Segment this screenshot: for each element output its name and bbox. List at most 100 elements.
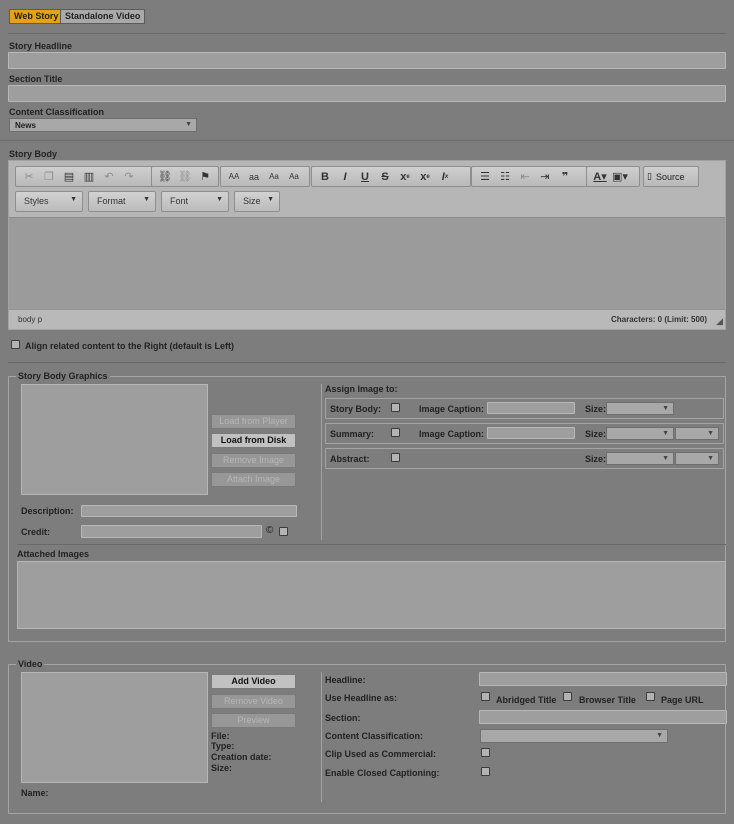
divider bbox=[0, 140, 734, 141]
element-path: body p bbox=[18, 315, 43, 324]
remove-video-button[interactable]: Remove Video bbox=[211, 694, 296, 709]
load-from-player-button[interactable]: Load from Player bbox=[211, 414, 296, 429]
bullet-list-icon[interactable]: ☷ bbox=[495, 168, 515, 186]
paste-text-icon[interactable]: ▥ bbox=[79, 168, 99, 186]
font-dropdown[interactable]: Font ▼ bbox=[161, 191, 229, 212]
description-input[interactable] bbox=[81, 505, 297, 517]
video-classification-select[interactable]: ▼ bbox=[480, 729, 668, 743]
indent-icon[interactable]: ⇥ bbox=[535, 168, 555, 186]
abstract-size-label: Size: bbox=[585, 454, 607, 464]
video-preview bbox=[21, 672, 208, 783]
togglecase-icon[interactable]: Aa bbox=[284, 168, 304, 186]
background-color-icon[interactable]: ▣▾ bbox=[610, 168, 630, 186]
assign-image-title: Assign Image to: bbox=[325, 384, 398, 394]
section-title-label: Section Title bbox=[9, 74, 63, 84]
summary-size-select[interactable]: ▼ bbox=[606, 427, 674, 440]
resize-handle-icon[interactable]: ◢ bbox=[716, 316, 723, 327]
web-story-tab[interactable]: Web Story bbox=[9, 9, 64, 24]
outdent-icon[interactable]: ⇤ bbox=[515, 168, 535, 186]
type-label: Type: bbox=[211, 741, 235, 751]
chevron-down-icon: ▼ bbox=[707, 455, 714, 462]
rich-text-editor: ✂ ❐ ▤ ▥ ↶ ↷ ⛓ ⛓ ⚑ AA aa Aa Aa B I U S xe… bbox=[8, 160, 726, 330]
editor-content-area[interactable] bbox=[9, 217, 725, 309]
story-body-size-label: Size: bbox=[585, 404, 607, 414]
summary-caption-label: Image Caption: bbox=[419, 429, 485, 439]
list-toolbar-group: ☰ ☷ ⇤ ⇥ ❞ bbox=[471, 166, 589, 187]
size-label: Size bbox=[243, 196, 261, 206]
story-body-size-select[interactable]: ▼ bbox=[606, 402, 674, 415]
credit-label: Credit: bbox=[21, 527, 50, 537]
chevron-down-icon: ▼ bbox=[707, 430, 714, 437]
section-title-input[interactable] bbox=[8, 85, 726, 102]
styles-dropdown[interactable]: Styles ▼ bbox=[15, 191, 83, 212]
format-toolbar-group: B I U S xe xe Ix bbox=[311, 166, 471, 187]
browser-title-checkbox[interactable] bbox=[563, 692, 572, 701]
blockquote-icon[interactable]: ❞ bbox=[555, 168, 575, 186]
attached-images-area bbox=[17, 561, 726, 629]
column-separator bbox=[321, 384, 322, 540]
attach-image-button[interactable]: Attach Image bbox=[211, 472, 296, 487]
add-video-button[interactable]: Add Video bbox=[211, 674, 296, 689]
undo-icon[interactable]: ↶ bbox=[99, 168, 119, 186]
story-headline-input[interactable] bbox=[8, 52, 726, 69]
preview-button[interactable]: Preview bbox=[211, 713, 296, 728]
paste-icon[interactable]: ▤ bbox=[59, 168, 79, 186]
redo-icon[interactable]: ↷ bbox=[119, 168, 139, 186]
summary-assign-label: Summary: bbox=[330, 429, 375, 439]
editor-status-bar: body p Characters: 0 (Limit: 500) ◢ bbox=[9, 309, 725, 329]
abridged-title-checkbox[interactable] bbox=[481, 692, 490, 701]
content-classification-select[interactable]: News ▼ bbox=[9, 118, 197, 132]
column-separator bbox=[321, 672, 322, 802]
video-headline-input[interactable] bbox=[479, 672, 727, 686]
video-section-label: Section: bbox=[325, 713, 361, 723]
summary-size-label: Size: bbox=[585, 429, 607, 439]
abstract-assign-checkbox[interactable] bbox=[391, 453, 400, 462]
lowercase-icon[interactable]: aa bbox=[244, 168, 264, 186]
strikethrough-icon[interactable]: S bbox=[375, 168, 395, 186]
underline-icon[interactable]: U bbox=[355, 168, 375, 186]
abridged-title-label: Abridged Title bbox=[496, 695, 557, 705]
credit-input[interactable] bbox=[81, 525, 262, 538]
italic-icon[interactable]: I bbox=[335, 168, 355, 186]
page-url-checkbox[interactable] bbox=[646, 692, 655, 701]
superscript-icon[interactable]: xe bbox=[415, 168, 435, 186]
numbered-list-icon[interactable]: ☰ bbox=[475, 168, 495, 186]
summary-assign-checkbox[interactable] bbox=[391, 428, 400, 437]
file-label: File: bbox=[211, 731, 230, 741]
remove-image-button[interactable]: Remove Image bbox=[211, 453, 296, 468]
story-body-caption-input[interactable] bbox=[487, 402, 575, 414]
remove-format-icon[interactable]: Ix bbox=[435, 168, 455, 186]
bold-icon[interactable]: B bbox=[315, 168, 335, 186]
story-body-graphics-legend: Story Body Graphics bbox=[16, 371, 110, 381]
summary-size-select-2[interactable]: ▼ bbox=[675, 427, 719, 440]
video-section-input[interactable] bbox=[479, 710, 727, 724]
closed-captioning-checkbox[interactable] bbox=[481, 767, 490, 776]
text-color-icon[interactable]: A▾ bbox=[590, 168, 610, 186]
subscript-icon[interactable]: xe bbox=[395, 168, 415, 186]
format-dropdown[interactable]: Format ▼ bbox=[88, 191, 156, 212]
copyright-checkbox[interactable] bbox=[279, 527, 288, 536]
closed-captioning-label: Enable Closed Captioning: bbox=[325, 768, 440, 778]
clip-commercial-label: Clip Used as Commercial: bbox=[325, 749, 437, 759]
align-right-checkbox[interactable] bbox=[11, 340, 20, 349]
anchor-flag-icon[interactable]: ⚑ bbox=[195, 168, 215, 186]
unlink-icon[interactable]: ⛓ bbox=[175, 168, 195, 186]
size-dropdown[interactable]: Size ▼ bbox=[234, 191, 280, 212]
summary-caption-input[interactable] bbox=[487, 427, 575, 439]
copy-icon[interactable]: ❐ bbox=[39, 168, 59, 186]
link-icon[interactable]: ⛓ bbox=[155, 168, 175, 186]
standalone-video-tab[interactable]: Standalone Video bbox=[60, 9, 146, 24]
character-count: Characters: 0 (Limit: 500) bbox=[610, 315, 707, 324]
source-button[interactable]: ▯ Source bbox=[643, 166, 699, 187]
titlecase-icon[interactable]: Aa bbox=[264, 168, 284, 186]
abstract-size-select[interactable]: ▼ bbox=[606, 452, 674, 465]
video-name-label: Name: bbox=[21, 788, 49, 798]
story-body-assign-checkbox[interactable] bbox=[391, 403, 400, 412]
format-label: Format bbox=[97, 196, 126, 206]
load-from-disk-button[interactable]: Load from Disk bbox=[211, 433, 296, 448]
clip-commercial-checkbox[interactable] bbox=[481, 748, 490, 757]
abstract-size-select-2[interactable]: ▼ bbox=[675, 452, 719, 465]
image-preview bbox=[21, 384, 208, 495]
cut-icon[interactable]: ✂ bbox=[19, 168, 39, 186]
uppercase-icon[interactable]: AA bbox=[224, 168, 244, 186]
